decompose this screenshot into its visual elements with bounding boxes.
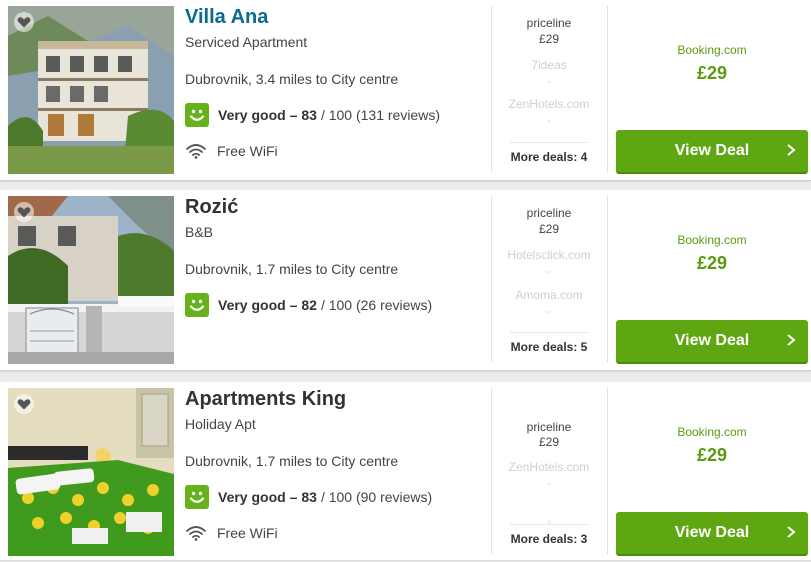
rating-smiley-icon bbox=[185, 293, 209, 317]
rating-score: 83 bbox=[301, 107, 317, 123]
view-deal-label: View Deal bbox=[674, 142, 750, 159]
deal-price-unavailable: - bbox=[547, 74, 551, 88]
deal-price[interactable]: £29 bbox=[492, 222, 606, 236]
deal-provider-unavailable: ZenHotels.com bbox=[508, 460, 590, 474]
best-deal-panel: Booking.com £29 View Deal bbox=[608, 382, 811, 562]
deal-provider-unavailable: Hotelsclick.com bbox=[507, 248, 591, 262]
amenity-label: Free WiFi bbox=[217, 143, 278, 159]
chevron-right-icon bbox=[787, 334, 796, 346]
deal-provider-unavailable: ZenHotels.com bbox=[508, 97, 590, 111]
more-deals-link[interactable]: More deals: 5 bbox=[492, 340, 606, 354]
rating-label: Very good – bbox=[218, 297, 298, 313]
best-deal-panel: Booking.com £29 View Deal bbox=[608, 190, 811, 370]
deal-price-unavailable: - bbox=[547, 113, 551, 127]
divider bbox=[510, 332, 588, 333]
alt-deals-panel: priceline £29 Hotelsclick.com - Amoma.co… bbox=[492, 190, 606, 370]
hotel-location[interactable]: Dubrovnik, 3.4 miles to City centre bbox=[185, 71, 398, 87]
view-deal-button[interactable]: View Deal bbox=[616, 130, 808, 174]
wifi-icon bbox=[186, 144, 206, 159]
rating-smiley-icon bbox=[185, 485, 209, 509]
accommodation-type: B&B bbox=[185, 224, 214, 240]
hotel-photo[interactable] bbox=[8, 6, 174, 174]
deal-price[interactable]: £29 bbox=[492, 32, 606, 46]
view-deal-button[interactable]: View Deal bbox=[616, 320, 808, 364]
chevron-right-icon bbox=[787, 526, 796, 538]
deal-price-unavailable: - bbox=[547, 476, 551, 490]
deal-price-unavailable: - bbox=[547, 514, 551, 528]
best-deal-provider[interactable]: Booking.com bbox=[616, 233, 808, 247]
deal-provider[interactable]: priceline bbox=[492, 206, 606, 220]
deal-provider-unavailable: Amoma.com bbox=[515, 288, 583, 302]
hotel-name-link[interactable]: Apartments King bbox=[185, 388, 346, 411]
deal-provider-unavailable: 7ideas bbox=[531, 58, 567, 72]
deal-price-unavailable: - bbox=[547, 304, 551, 318]
deal-price-unavailable: - bbox=[547, 264, 551, 278]
rating-reviews: / 100 (90 reviews) bbox=[320, 489, 433, 505]
heart-icon[interactable] bbox=[14, 394, 34, 414]
deal-provider[interactable]: priceline bbox=[492, 420, 606, 434]
view-deal-label: View Deal bbox=[674, 332, 750, 349]
accommodation-type: Serviced Apartment bbox=[185, 34, 308, 50]
divider bbox=[510, 142, 588, 143]
best-deal-panel: Booking.com £29 View Deal bbox=[608, 0, 811, 180]
deal-price[interactable]: £29 bbox=[492, 435, 606, 449]
rating-label: Very good – bbox=[218, 107, 298, 123]
hotel-location[interactable]: Dubrovnik, 1.7 miles to City centre bbox=[185, 261, 398, 277]
rating-reviews: / 100 (26 reviews) bbox=[320, 297, 433, 313]
best-deal-price[interactable]: £29 bbox=[616, 445, 808, 466]
view-deal-label: View Deal bbox=[674, 524, 750, 541]
heart-icon[interactable] bbox=[14, 202, 34, 222]
wifi-icon bbox=[186, 526, 206, 541]
hotel-photo[interactable] bbox=[8, 388, 174, 556]
more-deals-link[interactable]: More deals: 3 bbox=[492, 532, 606, 546]
amenity-wifi: Free WiFi bbox=[185, 142, 278, 160]
divider bbox=[510, 524, 588, 525]
rating-row[interactable]: Very good – 83 / 100 (131 reviews) bbox=[185, 103, 440, 127]
view-deal-button[interactable]: View Deal bbox=[616, 512, 808, 556]
hotel-card: Rozić B&B Dubrovnik, 1.7 miles to City c… bbox=[0, 190, 811, 371]
best-deal-provider[interactable]: Booking.com bbox=[616, 43, 808, 57]
more-deals-link[interactable]: More deals: 4 bbox=[492, 150, 606, 164]
amenity-wifi: Free WiFi bbox=[185, 524, 278, 542]
heart-icon[interactable] bbox=[14, 12, 34, 32]
rating-score: 83 bbox=[301, 489, 317, 505]
rating-label: Very good – bbox=[218, 489, 298, 505]
best-deal-price[interactable]: £29 bbox=[616, 253, 808, 274]
hotel-card: Villa Ana Serviced Apartment Dubrovnik, … bbox=[0, 0, 811, 181]
alt-deals-panel: priceline £29 ZenHotels.com - - More dea… bbox=[492, 382, 606, 562]
rating-score: 82 bbox=[301, 297, 317, 313]
deal-provider[interactable]: priceline bbox=[492, 16, 606, 30]
rating-smiley-icon bbox=[185, 103, 209, 127]
accommodation-type: Holiday Apt bbox=[185, 416, 256, 432]
hotel-name-link[interactable]: Villa Ana bbox=[185, 6, 268, 29]
rating-row[interactable]: Very good – 82 / 100 (26 reviews) bbox=[185, 293, 432, 317]
rating-row[interactable]: Very good – 83 / 100 (90 reviews) bbox=[185, 485, 432, 509]
rating-reviews: / 100 (131 reviews) bbox=[320, 107, 440, 123]
best-deal-price[interactable]: £29 bbox=[616, 63, 808, 84]
alt-deals-panel: priceline £29 7ideas - ZenHotels.com - M… bbox=[492, 0, 606, 180]
hotel-location[interactable]: Dubrovnik, 1.7 miles to City centre bbox=[185, 453, 398, 469]
best-deal-provider[interactable]: Booking.com bbox=[616, 425, 808, 439]
chevron-right-icon bbox=[787, 144, 796, 156]
hotel-card: Apartments King Holiday Apt Dubrovnik, 1… bbox=[0, 382, 811, 560]
amenity-label: Free WiFi bbox=[217, 525, 278, 541]
hotel-photo[interactable] bbox=[8, 196, 174, 364]
hotel-name-link[interactable]: Rozić bbox=[185, 196, 238, 219]
